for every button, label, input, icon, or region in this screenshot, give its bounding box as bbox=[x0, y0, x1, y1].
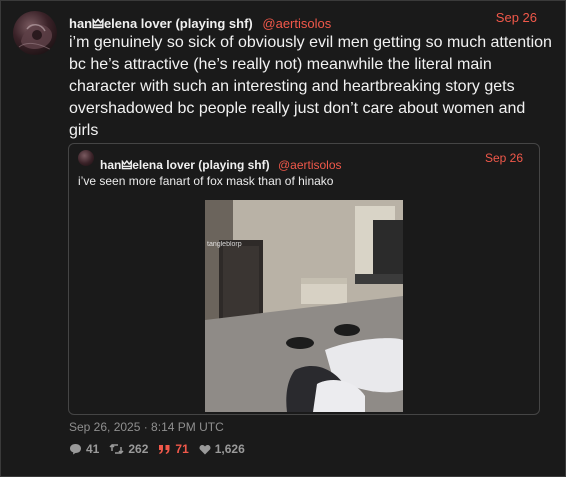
post-text: i’m genuinely so sick of obviously evil … bbox=[69, 34, 552, 139]
post-timestamp[interactable]: Sep 26, 2025 · 8:14 PM UTC bbox=[69, 420, 224, 434]
reposts-stat[interactable]: 262 bbox=[109, 442, 148, 456]
post-stats: 41 262 71 1,626 bbox=[69, 442, 245, 456]
quoted-user-handle[interactable]: @aertisolos bbox=[278, 158, 342, 172]
quoted-post[interactable]: han🜲elena lover (playing shf) @aertisolo… bbox=[68, 143, 540, 415]
avatar-image bbox=[18, 24, 54, 52]
post-date[interactable]: Sep 26 bbox=[496, 10, 537, 25]
media-watermark: tangleblorp bbox=[207, 241, 242, 248]
quoted-display-name[interactable]: han🜲elena lover (playing shf) bbox=[100, 158, 270, 172]
repost-icon bbox=[109, 443, 124, 455]
post-card: han🜲elena lover (playing shf) @aertisolo… bbox=[0, 0, 566, 477]
likes-count: 1,626 bbox=[214, 442, 245, 456]
media-image: tangleblorp bbox=[205, 200, 403, 412]
user-handle[interactable]: @aertisolos bbox=[262, 16, 331, 31]
heart-icon bbox=[199, 444, 211, 454]
quoted-post-text: i’ve seen more fanart of fox mask than o… bbox=[78, 174, 334, 188]
replies-count: 41 bbox=[86, 442, 100, 456]
comment-icon bbox=[70, 444, 81, 455]
quoted-media[interactable]: tangleblorp bbox=[205, 200, 403, 412]
avatar[interactable] bbox=[13, 11, 57, 55]
quoted-post-date[interactable]: Sep 26 bbox=[485, 151, 523, 165]
display-name[interactable]: han🜲elena lover (playing shf) bbox=[69, 16, 253, 31]
likes-stat[interactable]: 1,626 bbox=[199, 442, 245, 456]
quotes-stat[interactable]: 71 bbox=[158, 442, 189, 456]
quoted-avatar[interactable] bbox=[78, 150, 94, 166]
quoted-header: han🜲elena lover (playing shf) @aertisolo… bbox=[100, 151, 531, 176]
quotes-count: 71 bbox=[175, 442, 189, 456]
replies-stat[interactable]: 41 bbox=[69, 442, 99, 456]
post-header: han🜲elena lover (playing shf) @aertisolo… bbox=[69, 10, 549, 31]
reposts-count: 262 bbox=[128, 442, 149, 456]
quote-icon bbox=[159, 444, 170, 454]
